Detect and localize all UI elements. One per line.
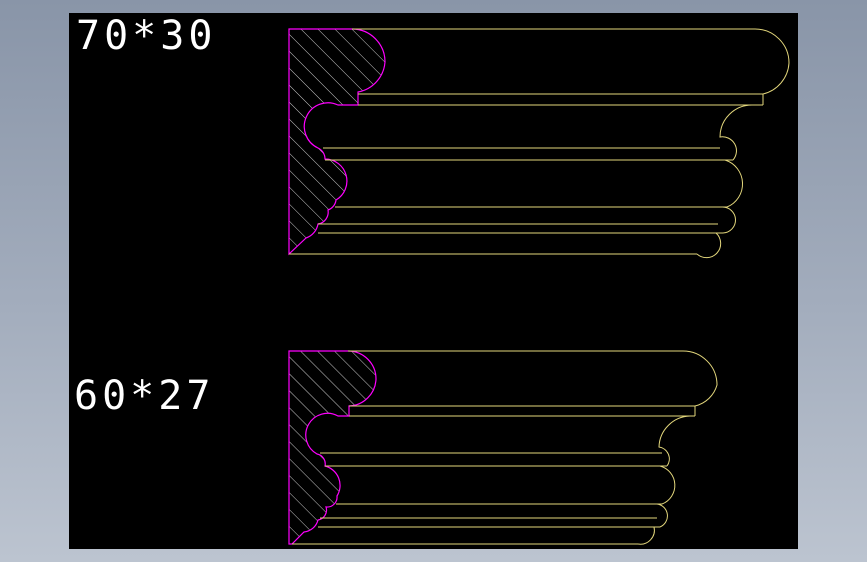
profile-60x27 (288, 350, 718, 545)
section-hatch-70x30 (288, 28, 386, 256)
profile-70x30 (288, 28, 790, 259)
moulding-profiles-drawing (288, 28, 790, 545)
section-hatch-60x27 (288, 350, 377, 545)
